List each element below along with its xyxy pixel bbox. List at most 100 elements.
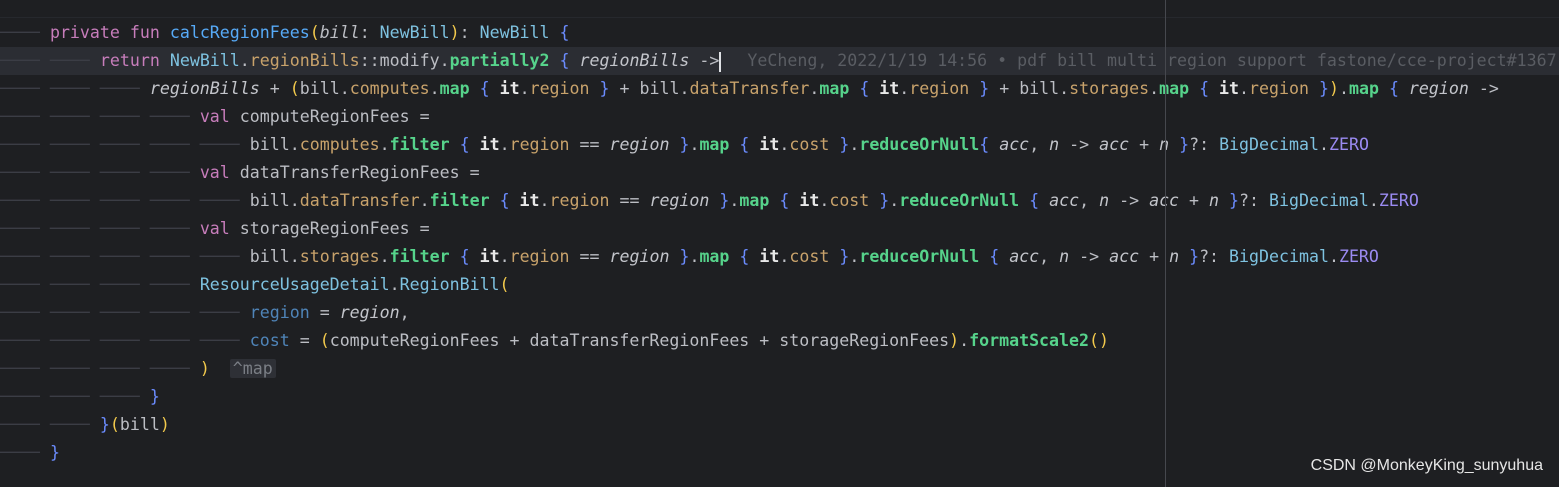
code-line[interactable]: ──── ──── ──── ──── ──── bill.storages.f… xyxy=(0,243,1559,271)
code-token: dataTransferRegionFees xyxy=(529,331,760,350)
code-token: ( xyxy=(289,79,300,98)
code-token: = xyxy=(299,331,320,350)
code-token: + xyxy=(1149,247,1170,266)
code-token: . xyxy=(729,191,740,210)
code-token: } xyxy=(839,247,850,266)
code-token: region xyxy=(609,247,680,266)
code-token: + xyxy=(759,331,780,350)
code-token: it xyxy=(759,247,780,266)
code-token: . xyxy=(959,331,970,350)
code-token: it xyxy=(759,135,780,154)
code-token: } xyxy=(1318,79,1329,98)
code-token: -> xyxy=(1069,135,1100,154)
code-token: computes xyxy=(349,79,430,98)
indent-guides: ──── ──── ──── ──── ──── xyxy=(0,331,250,350)
indent-guides: ──── xyxy=(0,23,50,42)
code-token: { xyxy=(459,135,480,154)
code-token: :: xyxy=(359,51,380,70)
code-token: } xyxy=(49,443,60,462)
code-token: bill xyxy=(249,135,290,154)
code-token: bill xyxy=(249,247,290,266)
code-token: = xyxy=(419,107,430,126)
git-blame-annotation: YeCheng, 2022/1/19 14:56 • pdf bill mult… xyxy=(747,51,1557,70)
code-token: . xyxy=(1338,79,1349,98)
code-token: . xyxy=(389,275,400,294)
code-line[interactable]: ──── ──── ──── } xyxy=(0,383,1559,411)
code-line[interactable]: ──── ──── ──── ──── ResourceUsageDetail.… xyxy=(0,271,1559,299)
code-token: ( xyxy=(499,275,510,294)
code-token: ) xyxy=(949,331,960,350)
code-token: } xyxy=(1229,191,1240,210)
code-token: = xyxy=(419,219,430,238)
code-token: RegionBill xyxy=(399,275,500,294)
code-token: ZERO xyxy=(1338,247,1379,266)
code-token: } xyxy=(679,247,690,266)
code-token: } xyxy=(599,79,620,98)
code-token: . xyxy=(1318,135,1329,154)
code-token: n xyxy=(1059,247,1080,266)
code-token: . xyxy=(1328,247,1339,266)
code-line[interactable]: ──── ──── ──── ──── ──── region = region… xyxy=(0,299,1559,327)
code-token: it xyxy=(519,191,540,210)
code-token: . xyxy=(539,191,550,210)
code-token: bill xyxy=(299,79,340,98)
code-token: val xyxy=(199,163,240,182)
code-editor[interactable]: ──── private fun calcRegionFees(bill: Ne… xyxy=(0,0,1559,487)
code-line[interactable]: ──── ──── ──── ──── ──── bill.dataTransf… xyxy=(0,187,1559,215)
code-token: ) xyxy=(449,23,460,42)
right-margin-guide xyxy=(1165,0,1166,487)
code-token: region xyxy=(249,303,320,322)
code-token: map xyxy=(819,79,860,98)
text-caret xyxy=(719,51,722,72)
code-line[interactable]: ──── ──── ──── ──── val dataTransferRegi… xyxy=(0,159,1559,187)
top-edge xyxy=(0,0,1559,18)
code-token: reduceOrNull xyxy=(859,135,980,154)
code-token: -> xyxy=(1119,191,1150,210)
code-token: acc xyxy=(1099,135,1140,154)
code-token: . xyxy=(499,247,510,266)
code-token: NewBill xyxy=(479,23,560,42)
code-line[interactable]: ──── private fun calcRegionFees(bill: Ne… xyxy=(0,19,1559,47)
code-token: bill xyxy=(119,415,160,434)
code-token: . xyxy=(889,191,900,210)
indent-guides: ──── ──── ──── xyxy=(0,79,150,98)
code-token: cost xyxy=(249,331,300,350)
code-token: bill xyxy=(1019,79,1060,98)
code-token: . xyxy=(519,79,530,98)
code-token: { xyxy=(859,79,880,98)
code-line[interactable]: ──── ──── }(bill) xyxy=(0,411,1559,439)
code-token: { xyxy=(1029,191,1050,210)
code-token: regionBills xyxy=(249,51,360,70)
code-line[interactable]: ──── ──── ──── ──── val storageRegionFee… xyxy=(0,215,1559,243)
code-token: NewBill xyxy=(169,51,240,70)
code-token: { xyxy=(559,51,580,70)
code-line[interactable]: ──── ──── ──── regionBills + (bill.compu… xyxy=(0,75,1559,103)
code-token: { xyxy=(989,247,1010,266)
code-token: computes xyxy=(299,135,380,154)
code-line-current[interactable]: ──── ──── return NewBill.regionBills::mo… xyxy=(0,47,1559,75)
code-token: { xyxy=(779,191,800,210)
code-token: . xyxy=(1368,191,1379,210)
code-token: map xyxy=(439,79,480,98)
code-line[interactable]: ──── ──── ──── ──── ──── cost = (compute… xyxy=(0,327,1559,355)
code-token: BigDecimal xyxy=(1219,135,1319,154)
code-token: region xyxy=(1249,79,1319,98)
code-line[interactable]: ──── ──── ──── ──── val computeRegionFee… xyxy=(0,103,1559,131)
code-token: } xyxy=(1179,135,1190,154)
indent-guides: ──── ──── ──── ──── ──── xyxy=(0,247,250,266)
code-token: . xyxy=(289,135,300,154)
code-token: } xyxy=(719,191,730,210)
code-line[interactable]: ──── ──── ──── ──── ) ^map xyxy=(0,355,1559,383)
code-token: . xyxy=(239,51,250,70)
code-token: + xyxy=(619,79,640,98)
indent-guides: ──── ──── ──── ──── xyxy=(0,219,200,238)
code-token: acc xyxy=(1009,247,1040,266)
code-token: dataTransfer xyxy=(299,191,420,210)
indent-guides: ──── ──── ──── ──── xyxy=(0,275,200,294)
code-token: region xyxy=(649,191,720,210)
code-token: } xyxy=(99,415,110,434)
code-line[interactable]: ──── ──── ──── ──── ──── bill.computes.f… xyxy=(0,131,1559,159)
code-token: it xyxy=(1219,79,1240,98)
code-token: -> xyxy=(699,51,720,70)
code-token: . xyxy=(339,79,350,98)
